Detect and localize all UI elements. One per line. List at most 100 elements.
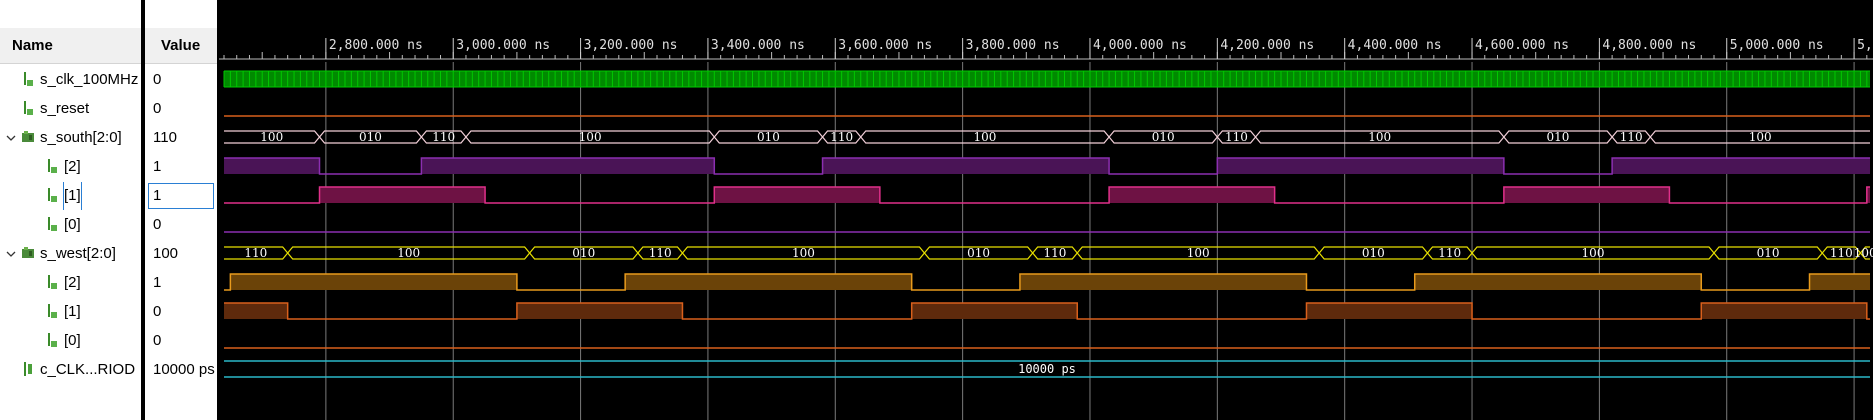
south-bus-waveform-value-label: 010 [359, 130, 382, 144]
west-bus-waveform-value-label: 110 [1830, 246, 1853, 260]
bit-signal-icon [44, 211, 60, 239]
ruler-tick-label: 3,000.000 ns [456, 38, 550, 53]
signal-value: 0 [153, 71, 162, 88]
ruler-tick-label: 4,000.000 ns [1093, 38, 1187, 53]
signal-name: [0] [64, 216, 81, 233]
west-bus-waveform-value-label: 110 [244, 246, 267, 260]
bit-signal-icon [44, 182, 60, 210]
signal-value-row[interactable]: 0 [145, 211, 217, 239]
signal-value: 1 [153, 158, 162, 175]
bit-signal-icon [44, 269, 60, 297]
name-column-header[interactable]: Name [0, 28, 141, 64]
ruler-tick-label: 3,600.000 ns [838, 38, 932, 53]
signal-name: [1] [64, 303, 81, 320]
signal-value-row[interactable]: 0 [145, 95, 217, 123]
value-column-header[interactable]: Value [145, 28, 217, 64]
bit-signal-icon [44, 153, 60, 181]
ruler-tick-label: 3,800.000 ns [966, 38, 1060, 53]
signal-value-row[interactable]: 1 [145, 182, 217, 210]
signal-value-row[interactable]: 1 [145, 153, 217, 181]
ruler-tick-label: 3,200.000 ns [584, 38, 678, 53]
west-1-waveform-high-fill [1701, 303, 1867, 319]
ruler-tick-label: 2,800.000 ns [329, 38, 423, 53]
signal-name: [1] [63, 182, 82, 210]
ruler-tick-label: 4,600.000 ns [1475, 38, 1569, 53]
signal-row[interactable]: [2] [0, 153, 141, 181]
south-1-waveform-high-fill [319, 187, 486, 203]
signal-value: 0 [153, 100, 162, 117]
signal-row[interactable]: [0] [0, 211, 141, 239]
south-2-waveform-high-fill [224, 158, 320, 174]
signal-value-row[interactable]: 100 [145, 240, 217, 268]
south-1-waveform-high-fill [1109, 187, 1275, 203]
west-bus-waveform-value-label: 100 [397, 246, 420, 260]
south-bus-waveform-value-label: 100 [579, 130, 602, 144]
signal-value-row[interactable]: 110 [145, 124, 217, 152]
south-bus-waveform-value-label: 100 [260, 130, 283, 144]
signal-value-row[interactable]: 0 [145, 327, 217, 355]
signal-row[interactable]: s_reset [0, 95, 141, 123]
signal-name: s_west[2:0] [40, 245, 116, 262]
west-bus-waveform-value-label: 100 [792, 246, 815, 260]
bit-signal-icon [44, 298, 60, 326]
signal-row[interactable]: [1] [0, 182, 141, 210]
south-bus-waveform-value-label: 100 [973, 130, 996, 144]
chevron-down-icon[interactable] [4, 240, 18, 268]
west-2-waveform-high-fill [230, 274, 517, 290]
param-value-label: 10000 ps [1018, 362, 1076, 376]
signal-value: 0 [153, 332, 162, 349]
west-2-waveform-high-fill [1019, 274, 1307, 290]
west-bus-waveform-value-label: 100 [1582, 246, 1605, 260]
south-bus-waveform-value-label: 110 [1620, 130, 1643, 144]
west-bus-waveform-value-label: 010 [1362, 246, 1385, 260]
signal-row[interactable]: c_CLK...RIOD [0, 356, 141, 384]
south-1-waveform-high-fill [1503, 187, 1670, 203]
signal-value-row[interactable]: 10000 ps [145, 356, 217, 384]
signal-row[interactable]: [0] [0, 327, 141, 355]
signal-name: c_CLK...RIOD [40, 361, 136, 378]
signal-value-panel: Value 0 0 110 1 1 0 100 1 0 0 10000 ps [145, 0, 217, 420]
west-1-waveform-high-fill [911, 303, 1078, 319]
west-2-waveform-high-fill [625, 274, 912, 290]
bit-signal-icon [20, 66, 36, 94]
signal-row[interactable]: [1] [0, 298, 141, 326]
west-bus-waveform-value-label: 010 [967, 246, 990, 260]
signal-value-row[interactable]: 0 [145, 66, 217, 94]
south-bus-waveform-value-label: 110 [830, 130, 853, 144]
ruler-tick-label: 3,400.000 ns [711, 38, 805, 53]
clock-waveform [224, 71, 1870, 87]
bit-signal-icon [20, 95, 36, 123]
south-2-waveform-high-fill [1217, 158, 1504, 174]
signal-name: [2] [64, 274, 81, 291]
west-bus-waveform-value-label: 110 [1044, 246, 1067, 260]
south-2-waveform-high-fill [421, 158, 715, 174]
bus-signal-icon [20, 240, 36, 268]
west-bus-waveform-value-label: 010 [572, 246, 595, 260]
west-bus-waveform-value-label: 110 [1438, 246, 1461, 260]
signal-row[interactable]: s_south[2:0] [0, 124, 141, 152]
signal-row[interactable]: s_west[2:0] [0, 240, 141, 268]
waveform-viewer[interactable]: 2,800.000 ns 3,000.000 ns 3,200.000 ns 3,40… [219, 0, 1873, 420]
south-bus-waveform-value-label: 110 [432, 130, 455, 144]
signal-value-row[interactable]: 1 [145, 269, 217, 297]
signal-row[interactable]: [2] [0, 269, 141, 297]
south-bus-waveform-value-label: 100 [1749, 130, 1772, 144]
chevron-down-icon[interactable] [4, 124, 18, 152]
ruler-tick-label: 5,000.000 ns [1730, 38, 1824, 53]
signal-value: 110 [153, 129, 177, 146]
signal-value-row[interactable]: 0 [145, 298, 217, 326]
signal-value: 100 [153, 245, 179, 262]
south-2-waveform-high-fill [1612, 158, 1870, 174]
signal-value: 1 [153, 274, 162, 291]
west-bus-waveform-value-label: 110 [649, 246, 672, 260]
west-2-waveform-high-fill [1809, 274, 1870, 290]
signal-row[interactable]: s_clk_100MHz [0, 66, 141, 94]
signal-name: [0] [64, 332, 81, 349]
bus-signal-icon [20, 124, 36, 152]
signal-name: s_south[2:0] [40, 129, 122, 146]
signal-name: [2] [64, 158, 81, 175]
signal-value: 0 [153, 216, 162, 233]
south-bus-waveform-value-label: 010 [1152, 130, 1175, 144]
west-bus-waveform-value-label: 100 [1187, 246, 1210, 260]
parameter-icon [20, 356, 36, 384]
